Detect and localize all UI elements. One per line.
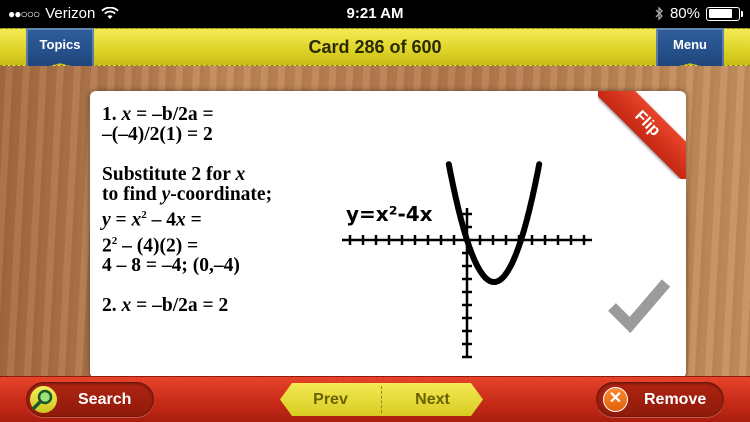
close-icon: ✕ — [603, 387, 628, 412]
remove-button[interactable]: ✕ Remove — [596, 382, 724, 417]
search-label: Search — [78, 391, 132, 408]
flashcard[interactable]: 1. x = –b/2a = –(–4)/2(1) = 2 Substitute… — [90, 91, 686, 378]
card-line: 22 – (4)(2) = — [102, 234, 199, 256]
header-bar: Card 286 of 600 — [0, 28, 750, 66]
search-icon — [30, 386, 57, 413]
remove-label: Remove — [644, 391, 707, 408]
flip-button[interactable]: Flip — [598, 91, 686, 179]
checkmark-icon[interactable] — [608, 277, 672, 333]
status-bar: ●●○○○ Verizon 9:21 AM 80% — [0, 0, 750, 28]
card-line: 2. x = –b/2a = 2 — [102, 295, 229, 316]
card-line: 1. x = –b/2a = — [102, 104, 214, 125]
card-line: 4 – 8 = –4; (0,–4) — [102, 255, 240, 276]
card-line: Substitute 2 for x — [102, 164, 246, 185]
prev-button[interactable]: Prev — [280, 383, 381, 416]
card-line: y = x2 – 4x = — [102, 209, 202, 231]
battery-level — [708, 9, 732, 18]
card-line: to find y-coordinate; — [102, 184, 273, 205]
parabola-graph: y=x²-4x — [342, 161, 592, 359]
battery-icon — [706, 6, 743, 21]
card-line: –(–4)/2(1) = 2 — [102, 124, 213, 145]
search-button[interactable]: Search — [26, 382, 154, 417]
battery-percent: 80% — [669, 5, 700, 22]
card-counter-title: Card 286 of 600 — [308, 37, 442, 57]
flip-label: Flip — [598, 91, 686, 179]
prev-next-group: Prev Next — [280, 383, 483, 416]
card-answer-text: 1. x = –b/2a = –(–4)/2(1) = 2 Substitute… — [102, 105, 362, 316]
bottom-toolbar: Search Prev Next ✕ Remove — [0, 376, 750, 422]
status-right: 80% — [655, 5, 743, 22]
bluetooth-icon — [655, 6, 663, 21]
status-time: 9:21 AM — [346, 5, 404, 22]
graph-equation-label: y=x²-4x — [346, 202, 433, 226]
next-button[interactable]: Next — [382, 383, 483, 416]
